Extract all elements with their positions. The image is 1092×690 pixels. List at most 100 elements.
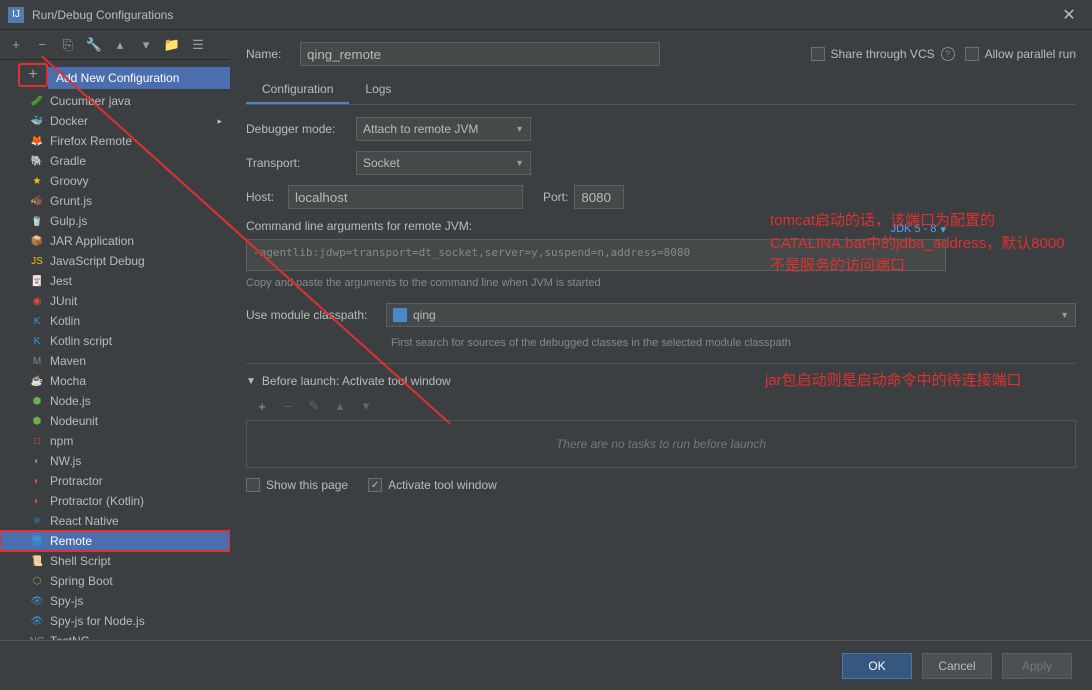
bl-edit-button[interactable]: ✎ (306, 398, 322, 414)
port-label: Port: (543, 190, 568, 204)
bl-remove-button[interactable]: − (280, 398, 296, 414)
runconfig-label: Spy-js (50, 594, 83, 608)
activate-window-check[interactable]: Activate tool window (368, 478, 497, 492)
select-value: Attach to remote JVM (363, 122, 478, 136)
runconfig-item[interactable]: 🥤Gulp.js (0, 211, 230, 231)
add-highlight-box: + (18, 63, 48, 87)
runconfig-item[interactable]: □npm (0, 431, 230, 451)
runconfig-item[interactable]: M Maven (0, 351, 230, 371)
folder-button[interactable]: 📁 (164, 37, 180, 53)
close-icon[interactable]: ✕ (1054, 0, 1084, 30)
runconfig-icon: 📜 (30, 554, 44, 568)
runconfig-icon: ★ (30, 174, 44, 188)
runconfig-item[interactable]: 🦊Firefox Remote (0, 131, 230, 151)
runconfig-label: Node.js (50, 394, 91, 408)
runconfig-item[interactable]: 👁Spy-js (0, 591, 230, 611)
runconfig-icon: ◉ (30, 294, 44, 308)
tab-logs[interactable]: Logs (349, 76, 407, 104)
runconfig-item[interactable]: ⬢Nodeunit (0, 411, 230, 431)
runconfig-item[interactable]: ⚛React Native (0, 511, 230, 531)
runconfig-icon: 🥤 (30, 214, 44, 228)
runconfig-item[interactable]: 🃏Jest (0, 271, 230, 291)
share-vcs-check[interactable]: Share through VCS ? (811, 47, 955, 61)
runconfig-item[interactable]: 📜Shell Script (0, 551, 230, 571)
tab-configuration[interactable]: Configuration (246, 76, 349, 104)
transport-select[interactable]: Socket ▼ (356, 151, 531, 175)
debugger-mode-select[interactable]: Attach to remote JVM ▼ (356, 117, 531, 141)
runconfig-icon: M (30, 354, 44, 368)
runconfig-label: Protractor (50, 474, 103, 488)
expand-icon: ▼ (246, 376, 256, 387)
checkbox-icon[interactable] (368, 478, 382, 492)
runconfig-item[interactable]: ⬢ Node.js (0, 391, 230, 411)
runconfig-item[interactable]: 🖥Remote (0, 531, 230, 551)
runconfig-item[interactable]: ◉JUnit (0, 291, 230, 311)
bl-add-button[interactable]: + (254, 398, 270, 414)
runconfig-label: React Native (50, 514, 119, 528)
runconfig-label: TestNG (50, 634, 90, 640)
runconfig-label: Groovy (50, 174, 89, 188)
footer: OK Cancel Apply (0, 640, 1092, 690)
allow-parallel-check[interactable]: Allow parallel run (965, 47, 1076, 61)
runconfig-label: NW.js (50, 454, 81, 468)
wrench-button[interactable]: 🔧 (86, 37, 102, 53)
ok-button[interactable]: OK (842, 653, 912, 679)
activate-window-label: Activate tool window (388, 478, 497, 492)
runconfig-item[interactable]: KKotlin script (0, 331, 230, 351)
runconfig-label: Maven (50, 354, 86, 368)
runconfig-icon: 🃏 (30, 274, 44, 288)
checkbox-icon[interactable] (811, 47, 825, 61)
runconfig-label: Remote (50, 534, 92, 548)
runconfig-item[interactable]: NGTestNG (0, 631, 230, 640)
runconfig-item[interactable]: ◐Protractor (0, 471, 230, 491)
runconfig-item[interactable]: 🥒Cucumber java (0, 91, 230, 111)
runconfig-label: Mocha (50, 374, 86, 388)
runconfig-icon: K (30, 334, 44, 348)
runconfig-icon: ⬢ (30, 394, 44, 408)
cmdline-hint: Copy and paste the arguments to the comm… (246, 277, 1076, 289)
runconfig-item[interactable]: ⬡Spring Boot (0, 571, 230, 591)
runconfig-item[interactable]: KKotlin (0, 311, 230, 331)
apply-button[interactable]: Apply (1002, 653, 1072, 679)
expand-icon: ▸ (217, 116, 222, 127)
runconfig-label: Spring Boot (50, 574, 113, 588)
runconfig-label: Docker (50, 114, 88, 128)
down-button[interactable]: ▾ (138, 37, 154, 53)
runconfig-icon: 🐳 (30, 114, 44, 128)
runconfig-label: Kotlin (50, 314, 80, 328)
runconfig-icon: 🐘 (30, 154, 44, 168)
runconfig-item[interactable]: ★ Groovy (0, 171, 230, 191)
add-button[interactable]: + (8, 37, 24, 53)
show-page-check[interactable]: Show this page (246, 478, 348, 492)
runconfig-item[interactable]: JSJavaScript Debug (0, 251, 230, 271)
name-input[interactable] (300, 42, 660, 66)
show-page-label: Show this page (266, 478, 348, 492)
bl-down-button[interactable]: ▾ (358, 398, 374, 414)
main-content: Name: Share through VCS ? Allow parallel… (230, 30, 1092, 640)
module-value: qing (413, 308, 436, 322)
remove-button[interactable]: − (34, 37, 50, 53)
port-input[interactable] (574, 185, 624, 209)
copy-button[interactable]: ⎘ (60, 37, 76, 53)
checkbox-icon[interactable] (965, 47, 979, 61)
runconfig-icon: ◐ (30, 454, 44, 468)
runconfig-item[interactable]: 🐘Gradle (0, 151, 230, 171)
transport-label: Transport: (246, 156, 356, 170)
runconfig-item[interactable]: 👁Spy-js for Node.js (0, 611, 230, 631)
cancel-button[interactable]: Cancel (922, 653, 992, 679)
bl-up-button[interactable]: ▴ (332, 398, 348, 414)
annotation-text-2: jar包启动则是启动命令中的待连接端口 (765, 370, 1065, 393)
runconfig-item[interactable]: 📦JAR Application (0, 231, 230, 251)
runconfig-item[interactable]: ◐ NW.js (0, 451, 230, 471)
plus-icon[interactable]: + (24, 66, 42, 84)
help-icon[interactable]: ? (941, 47, 955, 61)
window-title: Run/Debug Configurations (32, 8, 1054, 22)
tree-button[interactable]: ☰ (190, 37, 206, 53)
checkbox-icon[interactable] (246, 478, 260, 492)
runconfig-item[interactable]: ◐Protractor (Kotlin) (0, 491, 230, 511)
module-select[interactable]: qing ▼ (386, 303, 1076, 327)
runconfig-item[interactable]: ☕Mocha (0, 371, 230, 391)
host-input[interactable] (288, 185, 523, 209)
runconfig-label: Firefox Remote (50, 134, 132, 148)
up-button[interactable]: ▴ (112, 37, 128, 53)
